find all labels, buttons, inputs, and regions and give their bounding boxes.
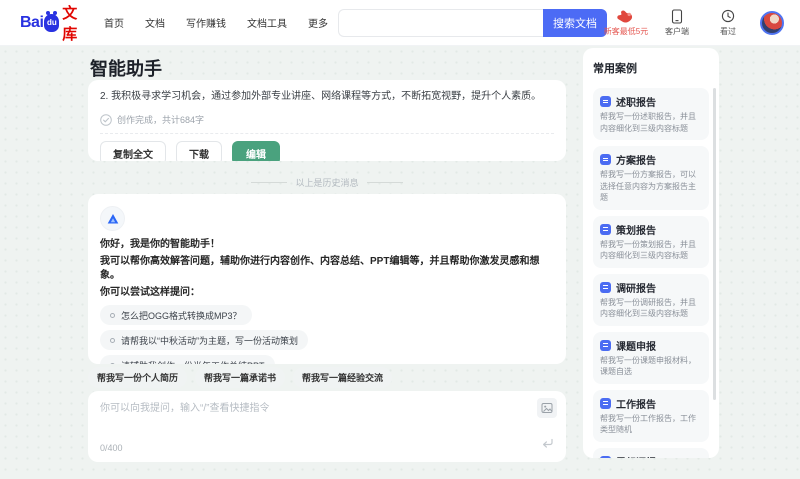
case-desc: 帮我写一份策划报告，并且内容细化到三级内容标题 (600, 239, 696, 261)
client-label: 客户端 (665, 27, 689, 36)
case-item-research-report[interactable]: 调研报告 帮我写一份调研报告，并且内容细化到三级内容标题 (593, 273, 709, 326)
logo-bai-text: Bai (20, 13, 44, 31)
quick-prompts-row: 帮我写一份个人简历 帮我写一篇承诺书 帮我写一篇经验交流 (88, 367, 393, 388)
report-icon (600, 223, 611, 235)
divider-line (100, 133, 554, 134)
client-entry[interactable]: 客户端 (658, 8, 696, 37)
image-icon (541, 403, 553, 413)
creation-status-row: 创作完成，共计684字 (100, 113, 554, 126)
nav-home[interactable]: 首页 (104, 15, 124, 30)
history-text: 2. 我积极寻求学习机会，通过参加外部专业讲座、网络课程等方式，不断拓宽视野，提… (100, 91, 542, 102)
suggestion-text: 请辅助我创作一份半年工作总结PPT (121, 359, 265, 365)
divider-line (366, 181, 403, 183)
report-icon (600, 455, 611, 458)
nav-doc-tools[interactable]: 文档工具 (247, 15, 287, 30)
nav-more[interactable]: 更多 (308, 15, 328, 30)
promo-label: 新客最低5元 (603, 27, 649, 36)
welcome-line-3: 你可以尝试这样提问： (100, 287, 200, 298)
welcome-line-2: 我可以帮你高效解答问题，辅助你进行内容创作、内容总结、PPT编辑等，并且帮助你激… (100, 256, 540, 281)
welcome-line-1: 你好，我是你的智能助手！ (100, 239, 220, 250)
case-desc: 帮我写一份课题申报材料，课题自选 (600, 355, 696, 377)
suggestion-chip[interactable]: 请辅助我创作一份半年工作总结PPT (100, 355, 275, 364)
search-input[interactable] (338, 8, 543, 37)
case-title: 调研报告 (616, 283, 656, 295)
report-icon (600, 96, 611, 107)
check-circle-icon (100, 113, 112, 126)
case-desc: 帮我写一份工作报告，工作类型随机 (600, 413, 696, 435)
nav-docs[interactable]: 文档 (145, 15, 165, 30)
page-title: 智能助手 (90, 59, 162, 79)
case-item-shuzhi-report[interactable]: 述职报告 帮我写一份述职报告，并且内容细化到三级内容标题 (593, 88, 709, 140)
wenku-ai-logo-icon (107, 213, 118, 223)
top-header: Bai du 文库 首页 文档 写作赚钱 文档工具 更多 搜索文档 新客最低5元 (0, 0, 800, 46)
suggestion-chip[interactable]: 请帮我以“中秋活动”为主题，写一份活动策划 (100, 330, 308, 350)
assistant-welcome-card: 你好，我是你的智能助手！ 我可以帮你高效解答问题，辅助你进行内容创作、内容总结、… (88, 194, 566, 364)
history-divider: 以上是历史消息 (88, 175, 566, 189)
case-desc: 帮我写一份调研报告，并且内容细化到三级内容标题 (600, 297, 696, 319)
report-icon (600, 339, 611, 351)
download-button[interactable]: 下载 (176, 141, 222, 161)
report-icon (600, 281, 611, 293)
promo-entry[interactable]: 新客最低5元 (603, 8, 649, 37)
case-desc: 帮我写一份述职报告，并且内容细化到三级内容标题 (600, 112, 696, 133)
quick-prompt-commitment[interactable]: 帮我写一篇承诺书 (195, 367, 286, 388)
char-counter: 0/400 (100, 443, 123, 453)
suggestion-text: 怎么把OGG格式转换成MP3？ (121, 310, 242, 321)
nav-writing-earn[interactable]: 写作赚钱 (186, 15, 226, 30)
screen: Bai du 文库 首页 文档 写作赚钱 文档工具 更多 搜索文档 新客最低5元 (0, 0, 800, 479)
baidu-wenku-logo[interactable]: Bai du 文库 (20, 2, 87, 44)
bullet-icon (110, 362, 115, 364)
search-bar: 搜索文档 (338, 8, 607, 37)
case-title: 思想汇报 (616, 454, 656, 459)
report-icon (600, 154, 611, 165)
copy-full-text-button[interactable]: 复制全文 (100, 141, 166, 161)
case-title: 策划报告 (616, 225, 656, 237)
case-item-project-application[interactable]: 课题申报 帮我写一份课题申报材料，课题自选 (593, 331, 709, 384)
quick-prompt-resume[interactable]: 帮我写一份个人简历 (88, 367, 188, 388)
main-area: 智能助手 2. 我积极寻求学习机会，通过参加外部专业讲座、网络课程等方式，不断拓… (0, 46, 800, 479)
case-item-work-report[interactable]: 工作报告 帮我写一份工作报告，工作类型随机 (593, 389, 709, 442)
case-item-planning-report[interactable]: 策划报告 帮我写一份策划报告，并且内容细化到三级内容标题 (593, 215, 709, 268)
bullet-icon (110, 312, 115, 318)
user-avatar[interactable] (760, 10, 784, 35)
sidebar-common-cases: 常用案例 述职报告 帮我写一份述职报告，并且内容细化到三级内容标题 方案报告 帮… (583, 48, 719, 458)
case-title: 方案报告 (616, 156, 656, 167)
image-upload-button[interactable] (537, 398, 557, 418)
edit-button[interactable]: 编辑 (232, 141, 280, 161)
main-nav: 首页 文档 写作赚钱 文档工具 更多 (104, 15, 328, 30)
viewed-label: 看过 (720, 27, 736, 36)
send-enter-icon[interactable] (541, 436, 554, 454)
logo-wenku-text: 文库 (62, 4, 78, 43)
case-item-plan-report[interactable]: 方案报告 帮我写一份方案报告，可以选择任意内容为方案报告主题 (593, 146, 709, 210)
viewed-entry[interactable]: 看过 (709, 8, 747, 37)
message-composer: 0/400 (88, 391, 566, 462)
assistant-avatar (100, 206, 125, 231)
case-item-thought-report[interactable]: 思想汇报 帮我写一份思想汇报 (593, 447, 709, 459)
sidebar-scrollbar[interactable] (713, 88, 716, 400)
case-title: 课题申报 (616, 341, 656, 353)
case-title: 述职报告 (616, 98, 656, 109)
quick-prompt-experience[interactable]: 帮我写一篇经验交流 (293, 367, 393, 388)
creation-status-text: 创作完成，共计684字 (117, 115, 205, 125)
search-button[interactable]: 搜索文档 (543, 8, 607, 37)
history-divider-label: 以上是历史消息 (295, 177, 359, 188)
divider-line (251, 181, 288, 183)
promo-gift-icon (616, 8, 636, 24)
history-actions: 复制全文 下载 编辑 (100, 141, 554, 161)
bullet-icon (110, 337, 115, 343)
history-message-card: 2. 我积极寻求学习机会，通过参加外部专业讲座、网络课程等方式，不断拓宽视野，提… (88, 80, 566, 161)
sidebar-title: 常用案例 (593, 63, 637, 75)
case-list: 述职报告 帮我写一份述职报告，并且内容细化到三级内容标题 方案报告 帮我写一份方… (593, 88, 709, 458)
case-title: 工作报告 (616, 399, 656, 411)
suggestion-text: 请帮我以“中秋活动”为主题，写一份活动策划 (121, 335, 298, 346)
baidu-paw-icon: du (44, 10, 60, 32)
case-desc: 帮我写一份方案报告，可以选择任意内容为方案报告主题 (600, 170, 696, 202)
message-input[interactable] (100, 399, 524, 431)
report-icon (600, 397, 611, 409)
phone-icon (671, 8, 683, 24)
header-right-group: 新客最低5元 客户端 看过 (603, 8, 784, 37)
suggestion-chip[interactable]: 怎么把OGG格式转换成MP3？ (100, 305, 252, 325)
clock-icon (721, 8, 735, 24)
